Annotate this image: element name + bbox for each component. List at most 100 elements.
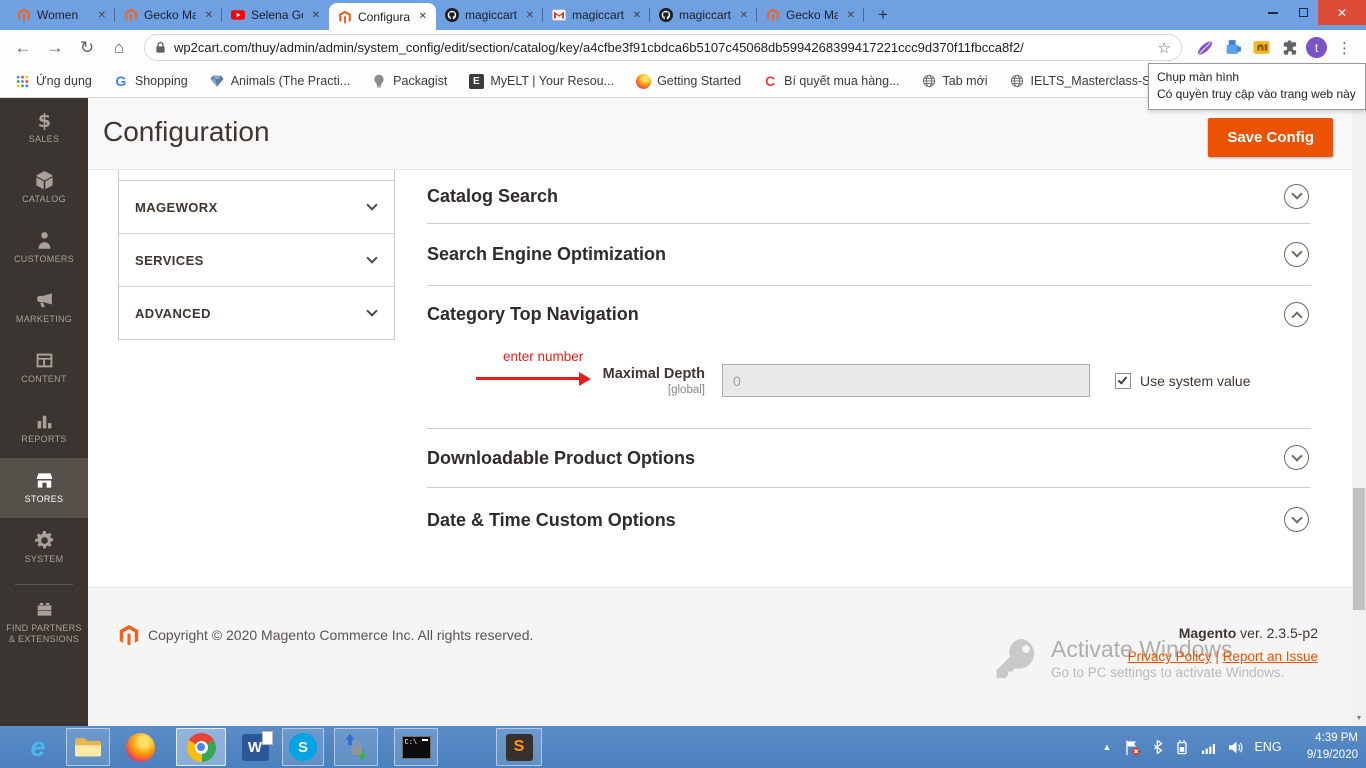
section-category-top-navigation[interactable]: Category Top Navigation enter number Max… bbox=[427, 286, 1311, 429]
config-nav-mageworx[interactable]: MAGEWORX bbox=[119, 181, 394, 234]
reload-button[interactable]: ↻ bbox=[74, 35, 100, 61]
tray-date: 9/19/2020 bbox=[1307, 747, 1358, 764]
tab-close-icon[interactable]: ✕ bbox=[523, 9, 537, 22]
bookmark-myelt[interactable]: E MyELT | Your Resou... bbox=[468, 73, 614, 89]
tray-expand-button[interactable]: ▲ bbox=[1096, 726, 1118, 768]
taskbar-internet-explorer[interactable]: e bbox=[16, 728, 60, 766]
taskbar-firefox[interactable] bbox=[118, 728, 162, 766]
sidebar-item-label: SALES bbox=[26, 134, 63, 145]
chevron-up-circle-icon[interactable] bbox=[1284, 302, 1309, 327]
browser-tab-magiccart-theme[interactable]: magiccart/them ✕ bbox=[436, 0, 543, 30]
save-config-button[interactable]: Save Config bbox=[1208, 118, 1333, 157]
sidebar-item-content[interactable]: CONTENT bbox=[0, 338, 88, 398]
use-system-value-checkbox[interactable] bbox=[1115, 373, 1131, 389]
lock-transfer-icon bbox=[342, 733, 370, 761]
browser-tab-women[interactable]: Women ✕ bbox=[8, 0, 115, 30]
section-search-engine-optimization[interactable]: Search Engine Optimization bbox=[427, 224, 1311, 286]
config-nav-services[interactable]: SERVICES bbox=[119, 234, 394, 287]
screenshot-extension-icon[interactable] bbox=[1194, 37, 1216, 59]
tray-clock[interactable]: 4:39 PM 9/19/2020 bbox=[1292, 726, 1358, 768]
bookmark-new-tab[interactable]: Tab mới bbox=[921, 73, 988, 89]
sidebar-item-stores[interactable]: STORES bbox=[0, 458, 88, 518]
home-button[interactable]: ⌂ bbox=[106, 35, 132, 61]
bookmark-bi-quyet[interactable]: C Bí quyết mua hàng... bbox=[762, 73, 899, 89]
taskbar-command-prompt[interactable]: C:\ bbox=[394, 728, 438, 766]
sidebar-item-reports[interactable]: REPORTS bbox=[0, 398, 88, 458]
forward-button[interactable]: → bbox=[42, 35, 68, 61]
maximal-depth-input[interactable] bbox=[722, 364, 1090, 397]
profile-avatar[interactable]: t bbox=[1306, 37, 1327, 58]
tray-volume[interactable] bbox=[1222, 726, 1248, 768]
bookmark-ielts[interactable]: IELTS_Masterclass-S... bbox=[1009, 73, 1161, 89]
new-tab-button[interactable]: + bbox=[870, 2, 896, 28]
window-close-button[interactable]: ✕ bbox=[1318, 0, 1366, 25]
check-icon bbox=[1118, 374, 1128, 384]
bookmark-label: Getting Started bbox=[657, 74, 741, 88]
sidebar-item-marketing[interactable]: MARKETING bbox=[0, 278, 88, 338]
blue-extension-icon[interactable] bbox=[1222, 37, 1244, 59]
browser-tab-magiccart-invite[interactable]: magiccart invite ✕ bbox=[543, 0, 650, 30]
taskbar-chrome-active[interactable] bbox=[176, 728, 226, 766]
tab-close-icon[interactable]: ✕ bbox=[95, 9, 109, 22]
tray-language[interactable]: ENG bbox=[1248, 726, 1288, 768]
browser-tab-configuration-active[interactable]: Configuration / ✕ bbox=[329, 3, 436, 30]
taskbar-word[interactable]: W bbox=[232, 728, 278, 766]
browser-tab-gecko-magento[interactable]: Gecko Magento ✕ bbox=[115, 0, 222, 30]
tab-close-icon[interactable]: ✕ bbox=[630, 9, 644, 22]
tab-close-icon[interactable]: ✕ bbox=[202, 9, 216, 22]
browser-tab-selena-gomez[interactable]: Selena Gomez ✕ bbox=[222, 0, 329, 30]
sidebar-item-label: CATALOG bbox=[19, 194, 69, 205]
magento-logo-icon bbox=[118, 623, 140, 647]
config-nav-advanced[interactable]: ADVANCED bbox=[119, 287, 394, 340]
section-catalog-search[interactable]: Catalog Search bbox=[427, 170, 1311, 224]
taskbar-skype[interactable]: S bbox=[282, 728, 324, 766]
browser-menu-icon[interactable]: ⋮ bbox=[1333, 39, 1356, 57]
tab-close-icon[interactable]: ✕ bbox=[737, 9, 751, 22]
browser-toolbar: ← → ↻ ⌂ wp2cart.com/thuy/admin/admin/sys… bbox=[0, 30, 1366, 65]
tray-battery[interactable] bbox=[1170, 726, 1194, 768]
sidebar-item-customers[interactable]: CUSTOMERS bbox=[0, 218, 88, 278]
window-minimize-button[interactable] bbox=[1258, 0, 1288, 25]
window-maximize-button[interactable] bbox=[1288, 0, 1318, 25]
tray-action-center[interactable] bbox=[1120, 726, 1144, 768]
chevron-down-circle-icon[interactable] bbox=[1284, 507, 1309, 532]
extensions-puzzle-icon[interactable] bbox=[1278, 37, 1300, 59]
window-controls: ✕ bbox=[1258, 0, 1366, 25]
bookmark-label: MyELT | Your Resou... bbox=[490, 74, 614, 88]
tray-network[interactable] bbox=[1196, 726, 1222, 768]
sidebar-item-catalog[interactable]: CATALOG bbox=[0, 158, 88, 218]
sidebar-item-find-partners[interactable]: FIND PARTNERS & EXTENSIONS bbox=[0, 589, 88, 655]
bookmark-getting-started[interactable]: Getting Started bbox=[635, 73, 741, 89]
back-button[interactable]: ← bbox=[10, 35, 36, 61]
privacy-policy-link[interactable]: Privacy Policy bbox=[1128, 649, 1212, 664]
bookmark-packagist[interactable]: Packagist bbox=[371, 73, 447, 89]
chevron-down-circle-icon[interactable] bbox=[1284, 242, 1309, 267]
watermark-subtitle: Go to PC settings to activate Windows. bbox=[1051, 665, 1284, 680]
taskbar-sublime-text[interactable]: S bbox=[496, 728, 542, 766]
report-an-issue-link[interactable]: Report an Issue bbox=[1223, 649, 1318, 664]
url-text[interactable]: wp2cart.com/thuy/admin/admin/system_conf… bbox=[174, 40, 1150, 55]
bookmark-apps[interactable]: Ứng dụng bbox=[14, 73, 92, 89]
address-bar[interactable]: wp2cart.com/thuy/admin/admin/system_conf… bbox=[144, 34, 1182, 61]
tab-close-icon[interactable]: ✕ bbox=[416, 10, 430, 23]
yellow-extension-icon[interactable] bbox=[1250, 37, 1272, 59]
tab-close-icon[interactable]: ✕ bbox=[844, 9, 858, 22]
scrollbar-thumb[interactable] bbox=[1353, 488, 1365, 610]
bookmark-shopping[interactable]: G Shopping bbox=[113, 73, 188, 89]
bookmark-animals[interactable]: Animals (The Practi... bbox=[209, 73, 350, 89]
taskbar-secure-transfer[interactable] bbox=[334, 728, 378, 766]
sidebar-item-system[interactable]: SYSTEM bbox=[0, 518, 88, 578]
chevron-down-circle-icon[interactable] bbox=[1284, 184, 1309, 209]
section-downloadable-product-options[interactable]: Downloadable Product Options bbox=[427, 429, 1311, 488]
browser-tab-magiccart-theme-2[interactable]: magiccart/them ✕ bbox=[650, 0, 757, 30]
tray-bluetooth[interactable] bbox=[1146, 726, 1168, 768]
scrollbar-down-arrow[interactable]: ▼ bbox=[1352, 711, 1366, 726]
chevron-down-circle-icon[interactable] bbox=[1284, 445, 1309, 470]
bookmark-star-icon[interactable]: ☆ bbox=[1158, 39, 1171, 57]
page-scrollbar[interactable]: ▲ ▼ bbox=[1352, 98, 1366, 726]
sidebar-item-sales[interactable]: SALES bbox=[0, 98, 88, 158]
taskbar-file-explorer[interactable] bbox=[66, 728, 110, 766]
tab-close-icon[interactable]: ✕ bbox=[309, 9, 323, 22]
browser-tab-gecko-magento-2[interactable]: Gecko Magento ✕ bbox=[757, 0, 864, 30]
section-date-time-custom-options[interactable]: Date & Time Custom Options bbox=[427, 488, 1311, 552]
